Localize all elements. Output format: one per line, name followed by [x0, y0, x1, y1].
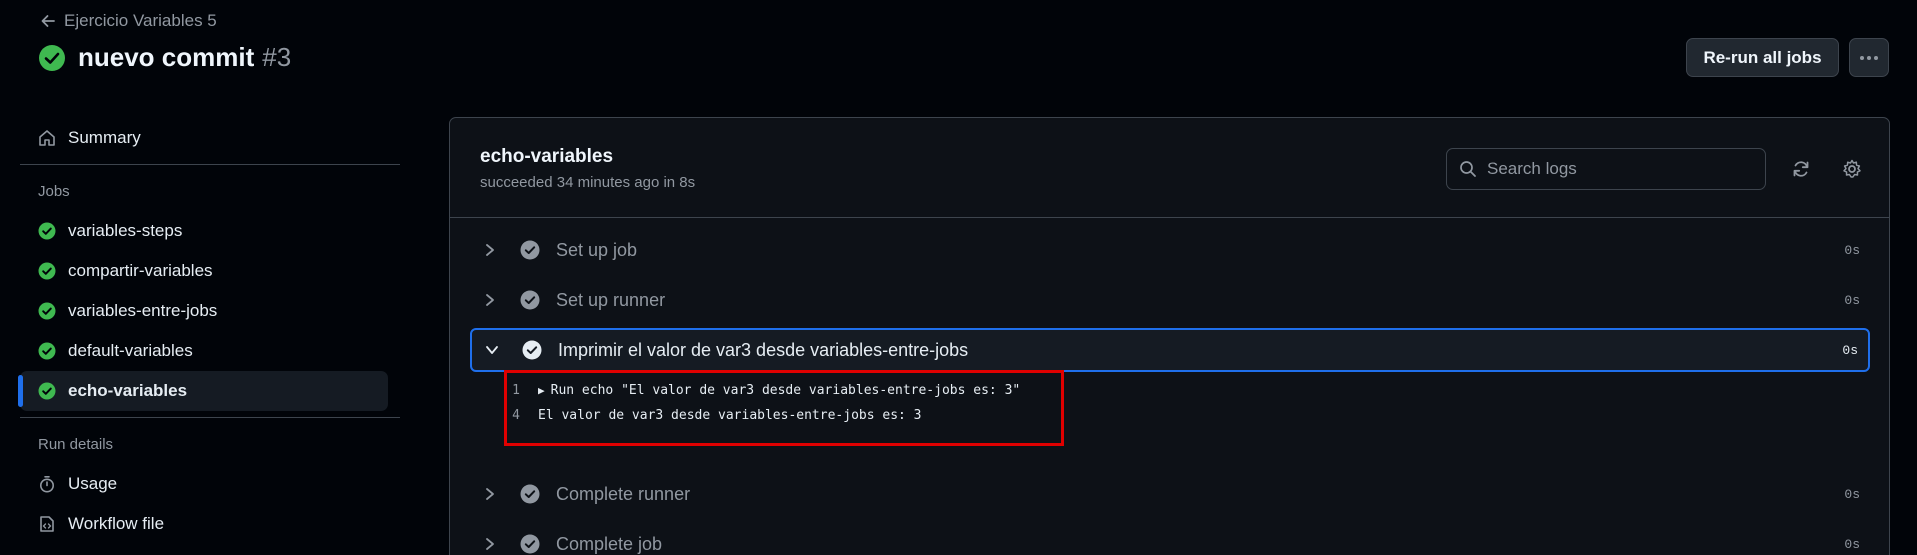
job-log-panel: echo-variables succeeded 34 minutes ago … — [449, 117, 1890, 555]
chevron-right-icon — [470, 243, 510, 257]
home-icon — [38, 129, 56, 147]
search-logs-input[interactable] — [1487, 159, 1747, 179]
log-line-text: El valor de var3 desde variables-entre-j… — [538, 408, 922, 423]
log-lines: 1 ▶ Run echo "El valor de var3 desde var… — [500, 378, 1020, 428]
step-log-output: 1 ▶ Run echo "El valor de var3 desde var… — [470, 370, 1870, 466]
chevron-right-icon — [470, 487, 510, 501]
step-success-icon — [510, 534, 550, 554]
step-row[interactable]: Complete job 0s — [470, 522, 1870, 555]
step-success-icon — [510, 240, 550, 260]
step-row[interactable]: Set up job 0s — [470, 228, 1870, 272]
step-label: Set up runner — [556, 289, 666, 310]
sidebar-item-label: echo-variables — [68, 381, 188, 400]
sidebar-item-job-active[interactable]: echo-variables — [18, 371, 388, 411]
job-name: echo-variables — [480, 146, 614, 167]
step-duration: 0s — [1844, 486, 1860, 502]
chevron-right-icon — [470, 537, 510, 551]
steps-list: Set up job 0s Set up runner 0s Imprimir … — [470, 228, 1870, 555]
sidebar-item-label: Summary — [68, 128, 141, 147]
sidebar-item-label: variables-entre-jobs — [68, 301, 218, 320]
sidebar-item-job[interactable]: compartir-variables — [20, 251, 400, 291]
sidebar: Summary Jobs variables-steps compartir-v… — [18, 118, 400, 544]
job-header: echo-variables succeeded 34 minutes ago … — [450, 118, 1889, 218]
kebab-horizontal-icon — [1859, 55, 1879, 61]
success-check-icon — [38, 342, 56, 360]
run-number: #3 — [262, 42, 292, 72]
step-row[interactable]: Set up runner 0s — [470, 278, 1870, 322]
step-row-expanded[interactable]: Imprimir el valor de var3 desde variable… — [470, 328, 1870, 372]
log-line-number: 1 — [512, 383, 520, 398]
file-code-icon — [38, 515, 56, 533]
sidebar-item-label: Workflow file — [68, 514, 165, 533]
step-row[interactable]: Complete runner 0s — [470, 472, 1870, 516]
refresh-button[interactable] — [1786, 154, 1816, 184]
step-label: Set up job — [556, 239, 638, 260]
run-details-heading: Run details — [38, 435, 114, 453]
back-link[interactable]: Ejercicio Variables 5 — [40, 11, 217, 31]
log-line[interactable]: 1 ▶ Run echo "El valor de var3 desde var… — [500, 378, 1020, 403]
search-logs-field[interactable] — [1446, 148, 1766, 190]
sidebar-item-label: default-variables — [68, 341, 193, 360]
success-check-icon — [38, 302, 56, 320]
chevron-down-icon — [472, 344, 512, 356]
expand-triangle-icon[interactable]: ▶ — [538, 384, 545, 397]
sidebar-item-label: variables-steps — [68, 221, 183, 240]
job-meta: succeeded 34 minutes ago in 8s — [480, 174, 696, 191]
back-link-label: Ejercicio Variables 5 — [64, 11, 217, 30]
log-line-text: Run echo "El valor de var3 desde variabl… — [550, 383, 1021, 398]
stopwatch-icon — [38, 475, 56, 493]
sidebar-item-job[interactable]: variables-entre-jobs — [20, 291, 400, 331]
success-check-icon — [38, 382, 56, 400]
page-title-row: nuevo commit #3 — [38, 42, 291, 73]
success-check-icon — [38, 44, 66, 72]
jobs-heading: Jobs — [38, 182, 70, 200]
step-success-icon — [510, 290, 550, 310]
success-check-icon — [38, 222, 56, 240]
settings-button[interactable] — [1837, 154, 1867, 184]
sidebar-item-summary[interactable]: Summary — [20, 118, 400, 158]
sidebar-divider — [20, 417, 400, 418]
step-success-icon — [512, 340, 552, 360]
step-duration: 0s — [1844, 292, 1860, 308]
commit-title: nuevo commit — [78, 42, 255, 72]
step-label: Imprimir el valor de var3 desde variable… — [558, 339, 969, 360]
rerun-all-jobs-button[interactable]: Re-run all jobs — [1686, 38, 1839, 77]
sidebar-item-label: compartir-variables — [68, 261, 213, 280]
step-label: Complete runner — [556, 483, 691, 504]
success-check-icon — [38, 262, 56, 280]
step-success-icon — [510, 484, 550, 504]
sidebar-item-label: Usage — [68, 474, 118, 493]
sidebar-item-workflow-file[interactable]: Workflow file — [20, 504, 400, 544]
sidebar-item-job[interactable]: variables-steps — [20, 211, 400, 251]
step-duration: 0s — [1842, 342, 1858, 358]
step-duration: 0s — [1844, 536, 1860, 552]
gear-icon — [1842, 159, 1862, 179]
log-line-number: 4 — [512, 408, 520, 423]
sidebar-item-usage[interactable]: Usage — [20, 464, 400, 504]
search-icon — [1459, 160, 1477, 178]
chevron-right-icon — [470, 293, 510, 307]
more-options-button[interactable] — [1849, 38, 1889, 77]
sidebar-item-job[interactable]: default-variables — [20, 331, 400, 371]
log-line[interactable]: 4 El valor de var3 desde variables-entre… — [500, 403, 1020, 428]
sync-icon — [1791, 159, 1811, 179]
step-label: Complete job — [556, 533, 663, 554]
step-duration: 0s — [1844, 242, 1860, 258]
sidebar-divider — [20, 164, 400, 165]
page-title: nuevo commit #3 — [78, 42, 291, 73]
arrow-left-icon — [40, 13, 56, 29]
